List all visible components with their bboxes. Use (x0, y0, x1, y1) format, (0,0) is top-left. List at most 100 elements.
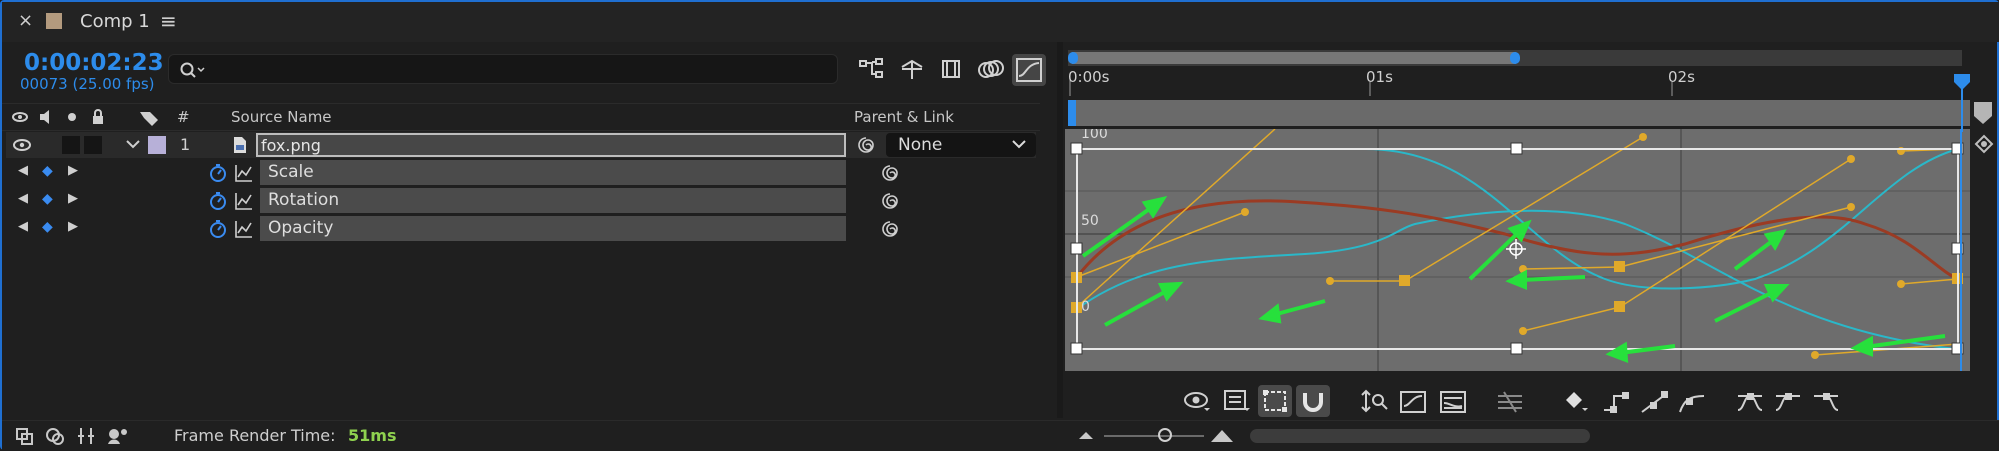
transfer-controls-icon[interactable] (44, 426, 66, 446)
snapshot-icon[interactable] (1972, 132, 1996, 156)
transform-box-toggle[interactable] (1258, 385, 1292, 417)
lock-toggle[interactable] (84, 136, 102, 154)
search-field[interactable] (209, 58, 813, 82)
linear-icon[interactable] (1638, 388, 1670, 416)
column-parent-link[interactable]: Parent & Link (854, 108, 954, 126)
current-time-display[interactable]: 0:00:02:23 (24, 50, 164, 76)
magnet-icon (1303, 393, 1323, 412)
frame-render-value: 51ms (348, 426, 397, 445)
zoom-out-icon[interactable] (1076, 427, 1096, 443)
easy-ease-in-icon[interactable] (1772, 388, 1804, 416)
stopwatch-icon[interactable] (208, 219, 228, 239)
layer-name-field[interactable]: fox.png (256, 133, 846, 157)
auto-bezier-icon[interactable] (1676, 388, 1708, 416)
navigator-end-handle[interactable] (1510, 52, 1520, 64)
search-input[interactable] (168, 54, 838, 84)
next-keyframe-icon[interactable]: ▶ (68, 219, 78, 234)
layer-switches-icon[interactable] (14, 426, 36, 446)
zoom-in-icon[interactable] (1208, 425, 1238, 445)
graph-editor-button[interactable] (1012, 54, 1046, 86)
separate-dimensions-icon[interactable] (1494, 388, 1526, 416)
property-label: Opacity (268, 218, 334, 238)
zoom-slider-track[interactable] (1104, 435, 1204, 437)
time-navigator[interactable] (1068, 50, 1962, 66)
ruler-label: 01s (1366, 68, 1393, 86)
parent-dropdown[interactable]: None (886, 133, 1036, 157)
comp-panel: × Comp 1 ≡ 0:00:02:23 00073 (25.00 fps) (0, 0, 1999, 451)
search-icon (180, 62, 205, 78)
column-source-name[interactable]: Source Name (231, 108, 332, 126)
pick-whip-icon[interactable] (856, 135, 876, 155)
draft-3d-icon[interactable] (898, 57, 926, 81)
prev-keyframe-icon[interactable]: ◀ (18, 219, 28, 234)
property-row-rotation[interactable]: ◀ ◆ ▶ Rotation (6, 188, 1036, 214)
time-ruler[interactable]: 0:00s 01s 02s (1068, 68, 1968, 96)
property-row-scale[interactable]: ◀ ◆ ▶ Scale (6, 160, 1036, 186)
easy-ease-icon[interactable] (1734, 388, 1766, 416)
close-icon[interactable]: × (18, 10, 33, 31)
easy-ease-out-icon[interactable] (1810, 388, 1842, 416)
chevron-down-icon[interactable] (126, 140, 140, 150)
prev-keyframe-icon[interactable]: ◀ (18, 191, 28, 206)
graph-type-icon[interactable] (1222, 388, 1254, 414)
layer-name: fox.png (261, 136, 321, 155)
edit-keyframe-icon[interactable] (1562, 388, 1594, 416)
hold-icon[interactable] (1600, 388, 1632, 416)
scale-curve (1077, 148, 1959, 290)
layer-label-color[interactable] (148, 136, 166, 154)
layer-row[interactable]: 1 fox.png None (6, 132, 1036, 158)
eye-icon[interactable] (12, 138, 32, 152)
work-area-start[interactable] (1068, 100, 1076, 126)
next-keyframe-icon[interactable]: ▶ (68, 191, 78, 206)
keyframe-icon[interactable]: ◆ (42, 219, 53, 235)
panel-menu-icon[interactable]: ≡ (160, 9, 177, 33)
graph-canvas[interactable] (1065, 129, 1970, 371)
graph-icon[interactable] (234, 191, 254, 211)
fit-selection-icon[interactable] (1398, 388, 1430, 416)
timeline-scrollbar[interactable] (1250, 429, 1590, 443)
navigator-start-handle[interactable] (1068, 52, 1078, 64)
pick-whip-icon[interactable] (880, 191, 900, 211)
layer-column-header: # Source Name Parent & Link (2, 103, 1040, 131)
ruler-label: 0:00s (1068, 68, 1110, 86)
pick-whip-icon[interactable] (880, 219, 900, 239)
graph-icon[interactable] (234, 163, 254, 183)
navigator-range[interactable] (1072, 52, 1516, 64)
next-keyframe-icon[interactable]: ▶ (68, 163, 78, 178)
property-row-opacity[interactable]: ◀ ◆ ▶ Opacity (6, 216, 1036, 242)
property-label: Rotation (268, 190, 340, 210)
auto-zoom-height-icon[interactable] (1358, 388, 1390, 416)
comp-marker-icon[interactable] (1972, 100, 1994, 126)
stopwatch-icon[interactable] (208, 191, 228, 211)
frame-count: 00073 (25.00 fps) (20, 75, 155, 93)
solo-toggle[interactable] (62, 136, 80, 154)
keyframe-icon[interactable]: ◆ (42, 163, 53, 179)
frame-blending-icon[interactable] (938, 57, 966, 81)
zoom-slider-handle[interactable] (1158, 428, 1172, 442)
pick-whip-icon[interactable] (880, 163, 900, 183)
property-name-cell: Opacity (260, 216, 846, 241)
label-icon (140, 112, 158, 126)
in-out-columns-icon[interactable] (76, 426, 98, 446)
graph-editor[interactable]: 100 50 0 (1065, 129, 1970, 371)
property-label: Scale (268, 162, 314, 182)
graph-y-label: 50 (1081, 213, 1099, 229)
prev-keyframe-icon[interactable]: ◀ (18, 163, 28, 178)
work-area-bar[interactable] (1068, 100, 1970, 126)
motion-blur-icon[interactable] (976, 57, 1006, 81)
eye-icon[interactable] (1182, 388, 1214, 414)
flowchart-icon[interactable] (858, 57, 886, 81)
snap-toggle[interactable] (1296, 385, 1330, 417)
fit-all-icon[interactable] (1438, 388, 1470, 416)
pane-divider[interactable] (1057, 42, 1063, 418)
current-time-indicator[interactable] (1952, 72, 1972, 132)
stopwatch-icon[interactable] (208, 163, 228, 183)
frame-render-label: Frame Render Time: (174, 426, 336, 445)
keyframe-icon[interactable]: ◆ (42, 191, 53, 207)
transform-box-icon (1263, 390, 1287, 412)
ruler-label: 02s (1668, 68, 1695, 86)
panel-tab-title[interactable]: Comp 1 (80, 11, 150, 32)
graph-icon[interactable] (234, 219, 254, 239)
render-time-icon[interactable] (106, 426, 130, 446)
graph-y-label: 0 (1081, 299, 1090, 315)
